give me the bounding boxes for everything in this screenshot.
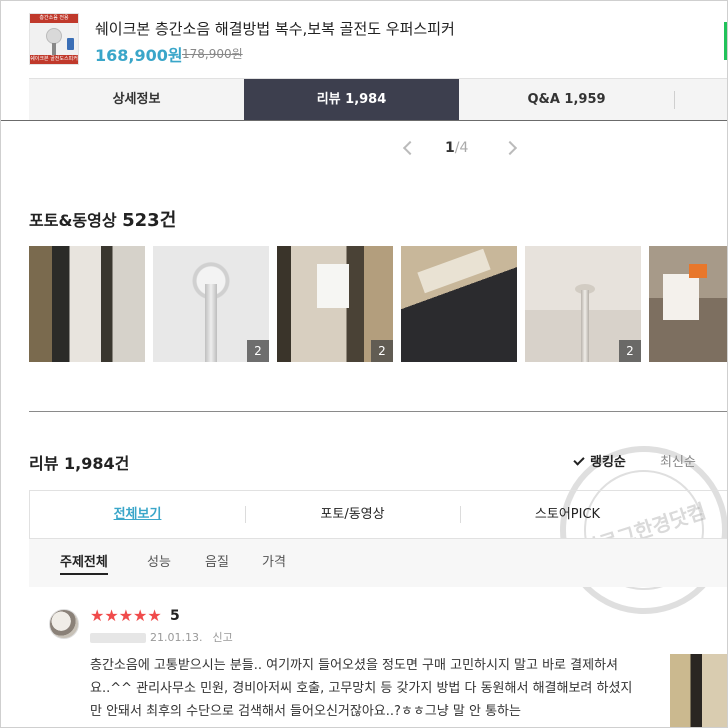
product-title[interactable]: 쉐이크본 층간소음 해결방법 복수,보복 골전도 우퍼스피커 <box>95 18 455 39</box>
review-photo[interactable] <box>401 246 517 362</box>
side-accent-bar <box>724 22 728 60</box>
filter-photo-video[interactable]: 포토/동영상 <box>245 491 460 538</box>
star-rating: ★★★★★ <box>90 606 162 625</box>
detail-tabs: 상세정보 리뷰 1,984 Q&A 1,959 <box>29 78 728 121</box>
rating-score: 5 <box>170 608 180 624</box>
filter-all[interactable]: 전체보기 <box>30 491 245 538</box>
review-photo[interactable]: 2 <box>277 246 393 362</box>
avatar <box>49 609 79 639</box>
photo-count-badge: 2 <box>247 340 269 362</box>
review-attached-photo[interactable] <box>670 654 728 728</box>
review-meta: 21.01.13. 신고 <box>90 629 233 645</box>
review-filter-tabs: 전체보기 포토/동영상 스토어PICK <box>29 490 728 539</box>
chevron-right-icon[interactable] <box>502 140 518 156</box>
review-photo[interactable]: 2 <box>153 246 269 362</box>
photo-count-badge: 2 <box>619 340 641 362</box>
report-link[interactable]: 신고 <box>212 631 232 644</box>
review-photo[interactable] <box>29 246 145 362</box>
product-header: 층간소음 전용 쉐이크본 골전도스피커 쉐이크본 층간소음 해결방법 복수,보복… <box>0 0 728 78</box>
tab-detail-info[interactable]: 상세정보 <box>29 79 244 121</box>
page-indicator: 1/4 <box>445 140 469 156</box>
product-thumbnail[interactable]: 층간소음 전용 쉐이크본 골전도스피커 <box>29 13 79 65</box>
topic-price[interactable]: 가격 <box>262 539 286 587</box>
topic-all[interactable]: 주제전체 <box>60 539 108 587</box>
sort-latest[interactable]: 최신순 <box>660 451 696 470</box>
reviews-title: 리뷰 1,984건 <box>29 454 130 473</box>
tab-qna[interactable]: Q&A 1,959 <box>459 79 674 121</box>
product-original-price: 178,900원 <box>182 47 243 61</box>
photo-pager: 1/4 <box>395 140 525 162</box>
review-body: 층간소음에 고통받으시는 분들.. 여기까지 들어오셨을 정도면 구매 고민하시… <box>90 658 633 719</box>
review-topic-bar: 주제전체 성능 음질 가격 <box>29 539 728 587</box>
section-divider <box>29 411 728 412</box>
topic-sound[interactable]: 음질 <box>205 539 229 587</box>
photo-section-title: 포토&동영상 523건 <box>29 210 177 231</box>
thumbnail-bottom-label: 쉐이크본 골전도스피커 <box>30 55 78 64</box>
topic-performance[interactable]: 성능 <box>147 539 171 587</box>
check-icon <box>573 454 585 466</box>
review-date: 21.01.13. <box>150 631 203 644</box>
photo-count: 523건 <box>122 210 177 231</box>
review-photo[interactable]: 2 <box>525 246 641 362</box>
thumbnail-top-label: 층간소음 전용 <box>30 14 78 23</box>
filter-store-pick[interactable]: 스토어PICK <box>460 491 675 538</box>
tab-reviews[interactable]: 리뷰 1,984 <box>244 79 459 121</box>
sort-ranking[interactable]: 랭킹순 <box>573 451 626 470</box>
product-price: 168,900원 <box>95 46 183 65</box>
photo-count-badge: 2 <box>371 340 393 362</box>
chevron-left-icon[interactable] <box>402 140 418 156</box>
review-photo[interactable] <box>649 246 728 362</box>
tabs-divider-line <box>0 120 728 121</box>
photo-strip: 2 2 2 <box>29 246 728 362</box>
masked-username <box>90 633 146 643</box>
